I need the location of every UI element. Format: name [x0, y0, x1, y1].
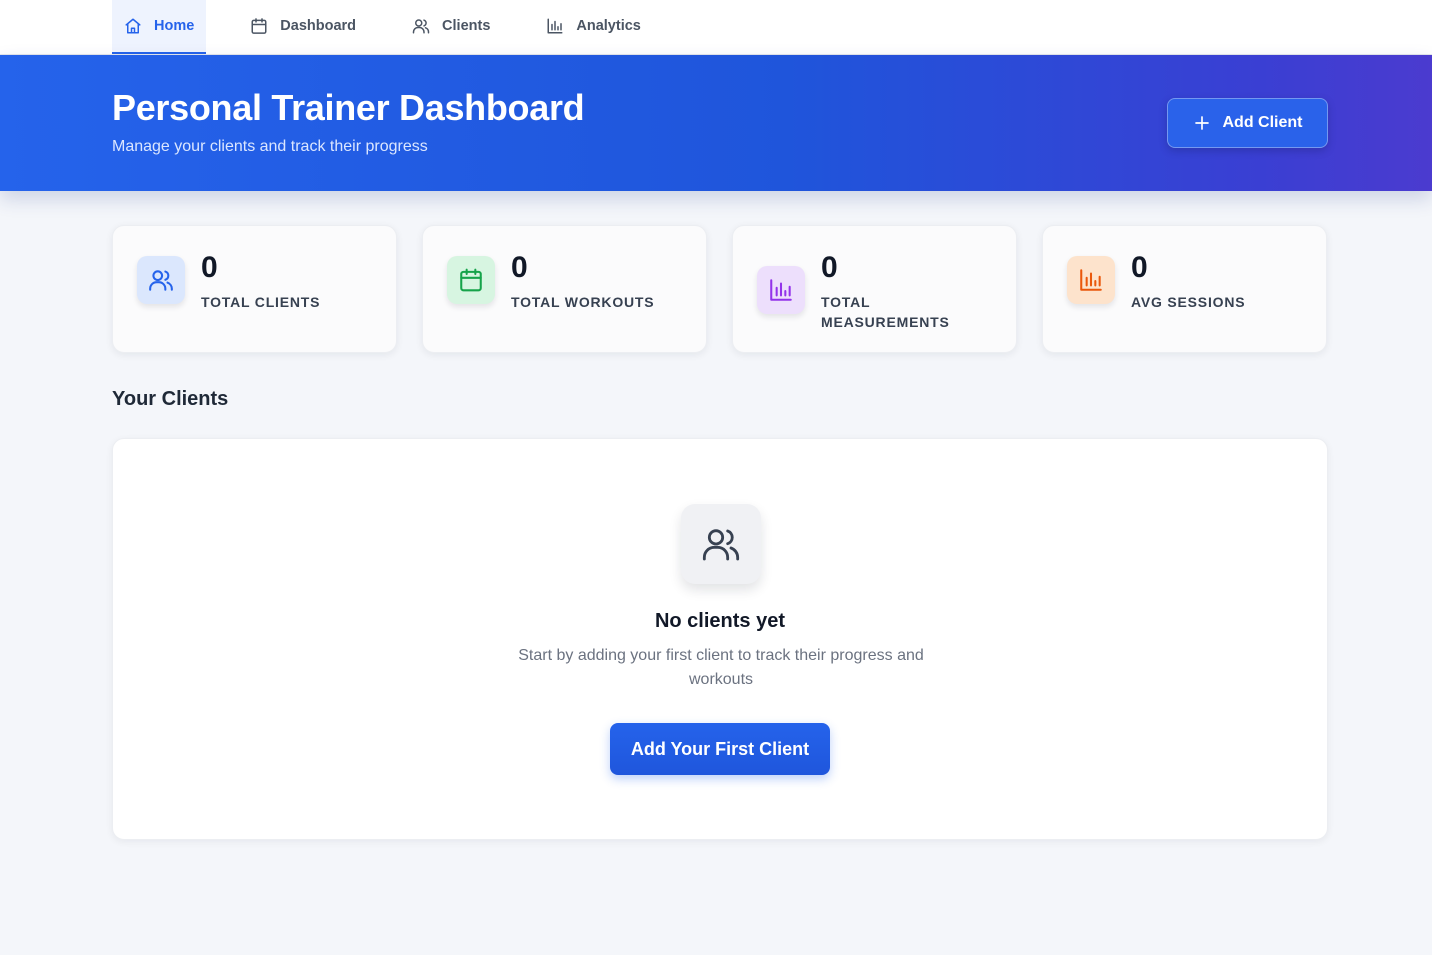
- empty-state-text: Start by adding your first client to tra…: [518, 647, 924, 688]
- section-title: Your Clients: [112, 388, 229, 410]
- users-icon: [702, 529, 740, 561]
- nav-item-home[interactable]: Home: [112, 0, 207, 54]
- stat-label: Total Workouts: [511, 294, 655, 310]
- nav-item-label: Home: [154, 18, 195, 34]
- stat-card-avg-sessions: 0 Avg Sessions: [1042, 225, 1327, 353]
- stat-value: 0: [201, 251, 218, 284]
- home-icon: [125, 18, 141, 34]
- page-title: Personal Trainer Dashboard: [112, 87, 585, 128]
- stat-card-total-clients: 0 Total Clients: [112, 225, 397, 353]
- plus-icon: [1194, 116, 1209, 130]
- empty-state-title: No clients yet: [654, 610, 786, 632]
- nav-item-analytics[interactable]: Analytics: [534, 0, 652, 54]
- bar-chart-icon: [770, 279, 792, 301]
- clients-empty-state: No clients yet Start by adding your firs…: [112, 438, 1328, 840]
- nav-item-dashboard[interactable]: Dashboard: [238, 0, 368, 54]
- top-navigation: Home Dashboard Clients Analytics: [0, 0, 1432, 55]
- nav-item-clients[interactable]: Clients: [400, 0, 502, 54]
- add-client-button[interactable]: Add Client: [1167, 98, 1328, 148]
- empty-state-icon-box: [681, 504, 761, 584]
- users-icon: [412, 19, 430, 34]
- calendar-icon: [460, 268, 482, 292]
- nav-item-label: Dashboard: [280, 18, 357, 34]
- add-first-client-button[interactable]: Add Your First Client: [610, 723, 830, 775]
- stat-icon-box: [1067, 256, 1115, 304]
- hero-banner: Personal Trainer Dashboard Manage your c…: [0, 55, 1432, 191]
- stats-row: 0 Total Clients 0 Total Workouts 0 Total…: [112, 225, 1327, 353]
- stat-icon-box: [137, 256, 185, 304]
- stat-icon-box: [447, 256, 495, 304]
- nav-item-label: Clients: [442, 18, 491, 34]
- stat-icon-box: [757, 266, 805, 314]
- stat-card-total-workouts: 0 Total Workouts: [422, 225, 707, 353]
- add-client-label: Add Client: [1222, 114, 1303, 131]
- calendar-icon: [251, 18, 267, 34]
- users-icon: [149, 270, 173, 291]
- page-subtitle: Manage your clients and track their prog…: [112, 138, 428, 155]
- nav-items: Home Dashboard Clients Analytics: [112, 0, 685, 54]
- stat-card-total-measurements: 0 Total Measurements: [732, 225, 1017, 353]
- stat-value: 0: [821, 251, 838, 284]
- bar-chart-icon: [547, 18, 563, 34]
- stat-label: Avg Sessions: [1131, 294, 1246, 310]
- bar-chart-icon: [1080, 269, 1102, 291]
- stat-value: 0: [1131, 251, 1148, 284]
- stat-label: Total Measurements: [821, 294, 950, 330]
- stat-value: 0: [511, 251, 528, 284]
- stat-label: Total Clients: [201, 294, 321, 310]
- nav-item-label: Analytics: [576, 18, 641, 34]
